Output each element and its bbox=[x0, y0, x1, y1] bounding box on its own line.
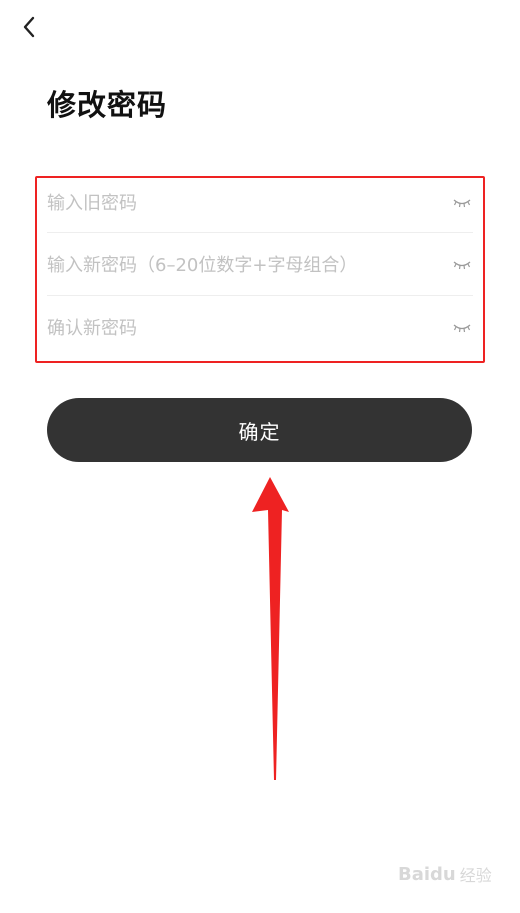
old-password-input[interactable] bbox=[47, 178, 451, 228]
back-button[interactable] bbox=[14, 12, 44, 42]
new-password-input[interactable] bbox=[47, 240, 451, 290]
old-password-row bbox=[47, 178, 473, 228]
confirm-password-row bbox=[47, 303, 473, 353]
watermark-brand: Baidu bbox=[398, 863, 456, 885]
baidu-watermark: Baidu 经验 bbox=[398, 862, 492, 886]
eye-closed-icon[interactable] bbox=[451, 196, 473, 210]
watermark-sub: 经验 bbox=[459, 866, 492, 885]
confirm-password-input[interactable] bbox=[47, 303, 451, 353]
new-password-row bbox=[47, 240, 473, 290]
password-form bbox=[35, 176, 485, 363]
confirm-button[interactable]: 确定 bbox=[47, 398, 472, 462]
divider bbox=[47, 295, 473, 296]
eye-closed-icon[interactable] bbox=[451, 258, 473, 272]
chevron-left-icon bbox=[23, 16, 35, 38]
eye-closed-icon[interactable] bbox=[451, 321, 473, 335]
divider bbox=[47, 232, 473, 233]
page-title: 修改密码 bbox=[47, 88, 168, 122]
